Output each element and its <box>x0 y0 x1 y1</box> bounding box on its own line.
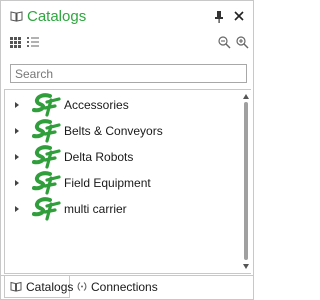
catalog-logo-icon <box>32 119 61 143</box>
tree-item-label: Accessories <box>64 98 129 112</box>
pin-icon[interactable] <box>212 9 226 25</box>
catalogs-panel: Catalogs Search Accessories Belts & Conv… <box>0 0 254 300</box>
panel-title: Catalogs <box>27 8 87 25</box>
close-icon[interactable] <box>232 8 246 24</box>
tree-item-label: multi carrier <box>64 202 127 216</box>
tree-item-accessories[interactable]: Accessories <box>5 92 239 118</box>
tab-catalogs[interactable]: Catalogs <box>4 276 74 298</box>
tree-item-label: Belts & Conveyors <box>64 124 163 138</box>
tree-item-multi-carrier[interactable]: multi carrier <box>5 196 239 222</box>
expand-arrow-icon[interactable] <box>14 205 20 213</box>
zoom-out-icon[interactable] <box>217 35 231 49</box>
expand-arrow-icon[interactable] <box>14 153 20 161</box>
scroll-up-arrow-icon[interactable] <box>243 94 249 99</box>
search-input[interactable] <box>11 65 246 83</box>
panel-tabs: Catalogs Connections <box>1 275 253 299</box>
tree-scrollbar[interactable] <box>241 90 251 273</box>
list-view-icon[interactable] <box>26 35 40 49</box>
scrollbar-thumb[interactable] <box>244 102 248 260</box>
open-book-icon <box>10 281 22 292</box>
tree-item-delta-robots[interactable]: Delta Robots <box>5 144 239 170</box>
tree-item-label: Field Equipment <box>64 176 151 190</box>
tab-label: Connections <box>91 280 158 294</box>
catalog-logo-icon <box>32 93 61 117</box>
tree-item-label: Delta Robots <box>64 150 134 164</box>
expand-arrow-icon[interactable] <box>14 127 20 135</box>
tab-connections[interactable]: Connections <box>74 276 158 298</box>
expand-arrow-icon[interactable] <box>14 179 20 187</box>
scroll-down-arrow-icon[interactable] <box>243 264 249 269</box>
panel-title-bar: Catalogs <box>1 1 253 33</box>
grid-view-icon[interactable] <box>8 35 22 49</box>
search-box <box>10 64 247 83</box>
catalog-tree: Accessories Belts & Conveyors Delta Robo… <box>4 89 251 274</box>
catalog-logo-icon <box>32 145 61 169</box>
catalog-logo-icon <box>32 197 61 221</box>
zoom-in-icon[interactable] <box>235 35 249 49</box>
catalog-toolbar <box>1 33 253 53</box>
open-book-icon <box>10 11 23 22</box>
tree-item-field-equipment[interactable]: Field Equipment <box>5 170 239 196</box>
tree-item-belts-conveyors[interactable]: Belts & Conveyors <box>5 118 239 144</box>
tab-label: Catalogs <box>26 280 74 294</box>
connections-icon <box>77 282 87 291</box>
expand-arrow-icon[interactable] <box>14 101 20 109</box>
catalog-logo-icon <box>32 171 61 195</box>
